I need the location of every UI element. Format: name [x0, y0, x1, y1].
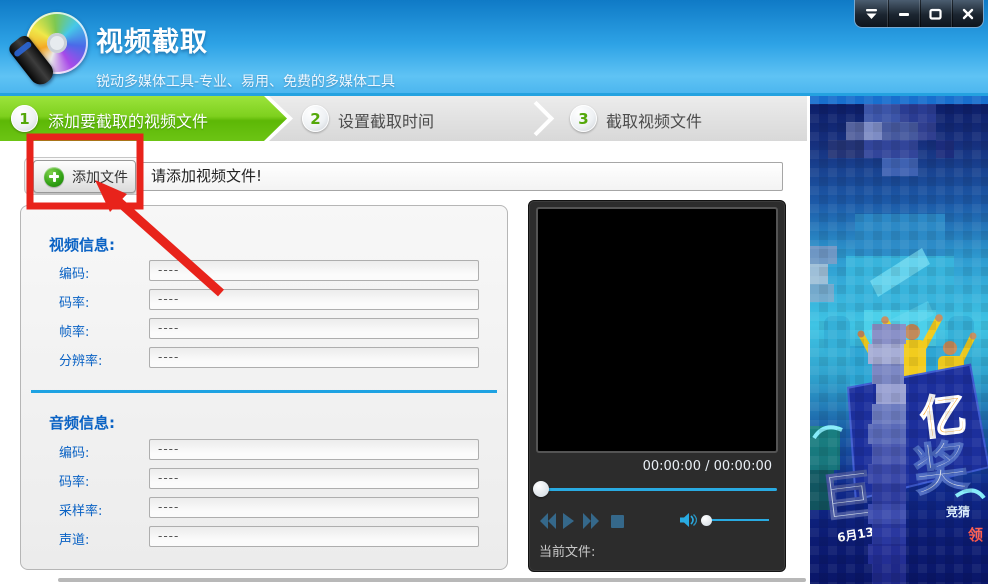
step3-number-badge: 3 [570, 105, 597, 132]
time-display: 00:00:00 / 00:00:00 [643, 459, 772, 474]
audio-info-heading: 音频信息: [49, 412, 115, 433]
skin-menu-icon [865, 8, 878, 20]
audio-channels-value: ---- [149, 526, 479, 547]
audio-codec-value: ---- [149, 439, 479, 460]
volume-slider[interactable] [709, 519, 769, 521]
stop-icon[interactable] [611, 515, 624, 528]
audio-bitrate-value: ---- [149, 468, 479, 489]
status-message-bar: 请添加视频文件! [141, 162, 783, 191]
app-logo-icon [14, 9, 90, 85]
audio-channels-label: 声道: [59, 529, 89, 548]
app-title: 视频截取 [96, 20, 395, 59]
seek-slider[interactable] [537, 488, 777, 491]
app-window: 视频截取 锐动多媒体工具-专业、易用、免费的多媒体工具 [0, 0, 988, 584]
step1-number-badge: 1 [11, 105, 38, 132]
video-bitrate-label: 码率: [59, 292, 89, 311]
banner-pixelation-overlay [810, 96, 988, 584]
audio-bitrate-label: 码率: [59, 471, 89, 490]
close-button[interactable] [951, 0, 983, 27]
step2-number-badge: 2 [302, 105, 329, 132]
media-info-panel: 视频信息: 编码: ---- 码率: ---- 帧率: ---- 分辨率: --… [20, 205, 508, 570]
maximize-icon [929, 8, 942, 20]
volume-icon[interactable] [679, 512, 697, 528]
volume-slider-handle[interactable] [701, 515, 712, 526]
chevron-separator-icon [519, 101, 554, 136]
section-divider [31, 390, 497, 393]
main-content: 添加文件 请添加视频文件! 视频信息: 编码: ---- 码率: ---- 帧率… [0, 141, 807, 584]
audio-samplerate-value: ---- [149, 497, 479, 518]
add-file-button[interactable]: 添加文件 [33, 160, 136, 193]
minimize-icon [898, 8, 910, 20]
close-icon [962, 8, 974, 20]
rewind-icon[interactable] [540, 513, 548, 529]
video-resolution-value: ---- [149, 347, 479, 368]
rewind-icon[interactable] [548, 513, 556, 529]
plus-icon [44, 167, 64, 187]
maximize-button[interactable] [919, 0, 951, 27]
fast-forward-icon[interactable] [591, 513, 599, 529]
player-panel: 00:00:00 / 00:00:00 当前文件: [528, 200, 786, 572]
bottom-divider [58, 578, 806, 582]
tab-step3-label[interactable]: 截取视频文件 [606, 108, 702, 132]
tab-step2-label[interactable]: 设置截取时间 [338, 108, 434, 132]
video-codec-value: ---- [149, 260, 479, 281]
step-tabbar: 1 添加要截取的视频文件 2 设置截取时间 3 截取视频文件 [0, 96, 807, 141]
transport-controls [539, 511, 643, 531]
add-file-button-label: 添加文件 [72, 167, 128, 187]
play-icon[interactable] [563, 513, 574, 529]
video-bitrate-value: ---- [149, 289, 479, 310]
video-framerate-value: ---- [149, 318, 479, 339]
video-framerate-label: 帧率: [59, 321, 89, 340]
audio-samplerate-label: 采样率: [59, 500, 102, 519]
skin-menu-button[interactable] [855, 0, 887, 27]
video-resolution-label: 分辨率: [59, 350, 102, 369]
fast-forward-icon[interactable] [583, 513, 591, 529]
audio-codec-label: 编码: [59, 442, 89, 461]
minimize-button[interactable] [887, 0, 919, 27]
seek-slider-handle[interactable] [533, 481, 549, 497]
video-screen [536, 207, 778, 453]
app-subtitle: 锐动多媒体工具-专业、易用、免费的多媒体工具 [96, 71, 395, 91]
header: 视频截取 锐动多媒体工具-专业、易用、免费的多媒体工具 [0, 0, 988, 96]
tab-step1-label[interactable]: 添加要截取的视频文件 [48, 108, 208, 132]
current-file-label: 当前文件: [539, 541, 595, 560]
window-controls [854, 0, 984, 28]
video-info-heading: 视频信息: [49, 234, 115, 255]
video-codec-label: 编码: [59, 263, 89, 282]
ad-banner[interactable]: 亿 巨 奖 6月13日-7 竞猜 领 [810, 96, 988, 584]
